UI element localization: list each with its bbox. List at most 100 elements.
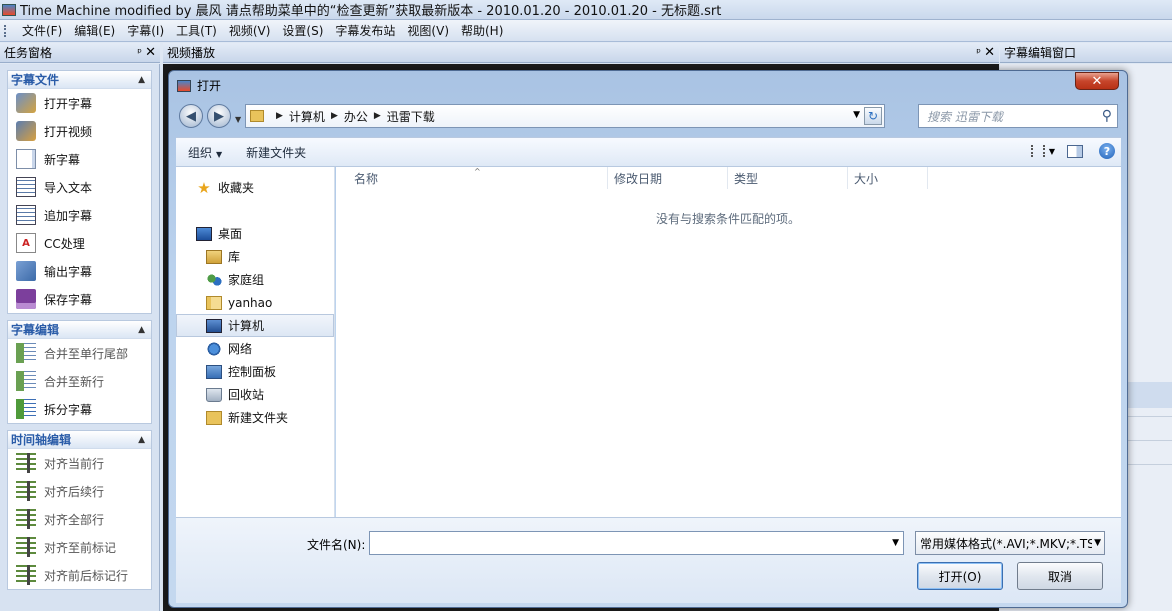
breadcrumb-computer[interactable]: 计算机 bbox=[289, 108, 325, 125]
task-import-text[interactable]: 导入文本 bbox=[8, 173, 151, 201]
task-pane: 字幕文件 ▲ 打开字幕 打开视频 新字幕 导入文本 追加字幕 A CC处理 输出字… bbox=[0, 64, 160, 611]
filename-input[interactable]: ▼ bbox=[369, 531, 904, 555]
address-bar[interactable]: ▶ 计算机 ▶ 办公 ▶ 迅雷下载 ▼ ↻ bbox=[245, 104, 885, 128]
nav-network[interactable]: 网络 bbox=[176, 337, 334, 360]
task-align-prev-mark[interactable]: 对齐至前标记 bbox=[8, 533, 151, 561]
menu-edit[interactable]: 编辑(E) bbox=[68, 22, 121, 39]
chevron-down-icon[interactable]: ▼ bbox=[892, 538, 899, 548]
nav-favorites[interactable]: ★ 收藏夹 bbox=[176, 176, 334, 199]
menu-file[interactable]: 文件(F) bbox=[16, 22, 68, 39]
pin-icon[interactable]: ᵖ bbox=[137, 46, 142, 59]
dialog-close-button[interactable]: ✕ bbox=[1075, 72, 1119, 90]
menu-tools[interactable]: 工具(T) bbox=[170, 22, 223, 39]
search-placeholder: 搜索 迅雷下载 bbox=[927, 109, 1003, 124]
refresh-icon[interactable]: ↻ bbox=[864, 107, 882, 125]
network-icon bbox=[206, 341, 222, 356]
open-button[interactable]: 打开(O) bbox=[917, 562, 1003, 590]
nav-library[interactable]: 库 bbox=[176, 245, 334, 268]
new-folder-button[interactable]: 新建文件夹 bbox=[234, 144, 318, 161]
split-subtitle-icon bbox=[16, 399, 36, 419]
group-title: 字幕文件 bbox=[11, 73, 60, 87]
file-list[interactable]: ^ 名称 修改日期 类型 大小 没有与搜索条件匹配的项。 bbox=[336, 167, 1121, 517]
column-type[interactable]: 类型 bbox=[728, 167, 848, 189]
history-dropdown-icon[interactable]: ▼ bbox=[235, 115, 241, 124]
library-icon bbox=[206, 249, 222, 264]
chevron-down-icon: ▼ bbox=[216, 149, 223, 159]
cancel-button[interactable]: 取消 bbox=[1017, 562, 1103, 590]
chevron-right-icon[interactable]: ▶ bbox=[374, 111, 381, 121]
collapse-icon[interactable]: ▲ bbox=[138, 435, 145, 445]
nav-label: 桌面 bbox=[218, 227, 243, 241]
close-icon[interactable]: ✕ bbox=[145, 45, 156, 60]
breadcrumb-office[interactable]: 办公 bbox=[344, 108, 368, 125]
search-input[interactable]: 搜索 迅雷下载 ⚲ bbox=[918, 104, 1118, 128]
chevron-right-icon[interactable]: ▶ bbox=[276, 111, 283, 121]
task-open-video[interactable]: 打开视频 bbox=[8, 117, 151, 145]
group-header[interactable]: 字幕文件 ▲ bbox=[8, 71, 151, 89]
chevron-down-icon[interactable]: ▼ bbox=[1092, 538, 1101, 548]
nav-user[interactable]: yanhao bbox=[176, 291, 334, 314]
task-label: 合并至新行 bbox=[44, 374, 105, 389]
task-label: 打开字幕 bbox=[44, 96, 93, 111]
align-following-icon bbox=[16, 481, 36, 501]
task-label: 保存字幕 bbox=[44, 292, 93, 307]
breadcrumb-downloads[interactable]: 迅雷下载 bbox=[387, 108, 435, 125]
toolbar-grip-icon[interactable] bbox=[4, 24, 8, 37]
column-name[interactable]: 名称 bbox=[336, 167, 608, 189]
nav-new-folder[interactable]: 新建文件夹 bbox=[176, 406, 334, 429]
task-align-marks[interactable]: 对齐前后标记行 bbox=[8, 561, 151, 589]
menu-settings[interactable]: 设置(S) bbox=[276, 22, 329, 39]
new-subtitle-icon bbox=[16, 149, 36, 169]
nav-recycle-bin[interactable]: 回收站 bbox=[176, 383, 334, 406]
collapse-icon[interactable]: ▲ bbox=[138, 75, 145, 85]
chevron-right-icon[interactable]: ▶ bbox=[331, 111, 338, 121]
task-merge-newline[interactable]: 合并至新行 bbox=[8, 367, 151, 395]
task-label: 拆分字幕 bbox=[44, 402, 93, 417]
task-cc-process[interactable]: A CC处理 bbox=[8, 229, 151, 257]
task-label: CC处理 bbox=[44, 236, 85, 251]
task-align-following[interactable]: 对齐后续行 bbox=[8, 477, 151, 505]
pin-icon[interactable]: ᵖ bbox=[976, 46, 981, 59]
organize-button[interactable]: 组织 ▼ bbox=[176, 144, 234, 161]
menu-help[interactable]: 帮助(H) bbox=[455, 22, 509, 39]
nav-control-panel[interactable]: 控制面板 bbox=[176, 360, 334, 383]
preview-pane-icon[interactable] bbox=[1067, 144, 1083, 158]
task-append-subtitle[interactable]: 追加字幕 bbox=[8, 201, 151, 229]
help-icon[interactable]: ? bbox=[1099, 143, 1115, 159]
open-dialog: 打开 ✕ ◀ ▶ ▼ ▶ 计算机 ▶ 办公 ▶ 迅雷下载 ▼ ↻ 搜索 迅雷下载… bbox=[168, 70, 1128, 608]
task-new-subtitle[interactable]: 新字幕 bbox=[8, 145, 151, 173]
task-label: 对齐后续行 bbox=[44, 484, 105, 499]
menu-publish[interactable]: 字幕发布站 bbox=[329, 22, 401, 39]
task-save-subtitle[interactable]: 保存字幕 bbox=[8, 285, 151, 313]
address-dropdown-icon[interactable]: ▼ bbox=[853, 110, 860, 120]
task-merge-tail[interactable]: 合并至单行尾部 bbox=[8, 339, 151, 367]
nav-homegroup[interactable]: 家庭组 bbox=[176, 268, 334, 291]
collapse-icon[interactable]: ▲ bbox=[138, 325, 145, 335]
task-export-subtitle[interactable]: 输出字幕 bbox=[8, 257, 151, 285]
subtitle-edit-pane-header: 字幕编辑窗口 bbox=[1000, 43, 1172, 63]
column-size[interactable]: 大小 bbox=[848, 167, 928, 189]
menu-video[interactable]: 视频(V) bbox=[223, 22, 277, 39]
task-open-subtitle[interactable]: 打开字幕 bbox=[8, 89, 151, 117]
dialog-title: 打开 bbox=[197, 79, 222, 93]
task-align-current[interactable]: 对齐当前行 bbox=[8, 449, 151, 477]
menu-view[interactable]: 视图(V) bbox=[401, 22, 455, 39]
group-header[interactable]: 时间轴编辑 ▲ bbox=[8, 431, 151, 449]
forward-button[interactable]: ▶ bbox=[207, 104, 231, 128]
close-icon[interactable]: ✕ bbox=[984, 45, 995, 60]
search-icon[interactable]: ⚲ bbox=[1102, 108, 1112, 124]
group-title: 时间轴编辑 bbox=[11, 433, 72, 447]
back-button[interactable]: ◀ bbox=[179, 104, 203, 128]
group-title: 字幕编辑 bbox=[11, 323, 60, 337]
filetype-select[interactable]: 常用媒体格式(*.AVI;*.MKV;*.TS ▼ bbox=[915, 531, 1105, 555]
column-modified[interactable]: 修改日期 bbox=[608, 167, 728, 189]
view-options-icon[interactable] bbox=[1030, 145, 1045, 157]
chevron-down-icon[interactable]: ▼ bbox=[1049, 147, 1055, 156]
nav-computer[interactable]: 计算机 bbox=[176, 314, 334, 337]
group-header[interactable]: 字幕编辑 ▲ bbox=[8, 321, 151, 339]
nav-desktop[interactable]: 桌面 bbox=[176, 222, 334, 245]
task-align-all[interactable]: 对齐全部行 bbox=[8, 505, 151, 533]
task-split-subtitle[interactable]: 拆分字幕 bbox=[8, 395, 151, 423]
view-tools: ▼ ? bbox=[1030, 143, 1115, 159]
menu-subtitle[interactable]: 字幕(I) bbox=[121, 22, 170, 39]
